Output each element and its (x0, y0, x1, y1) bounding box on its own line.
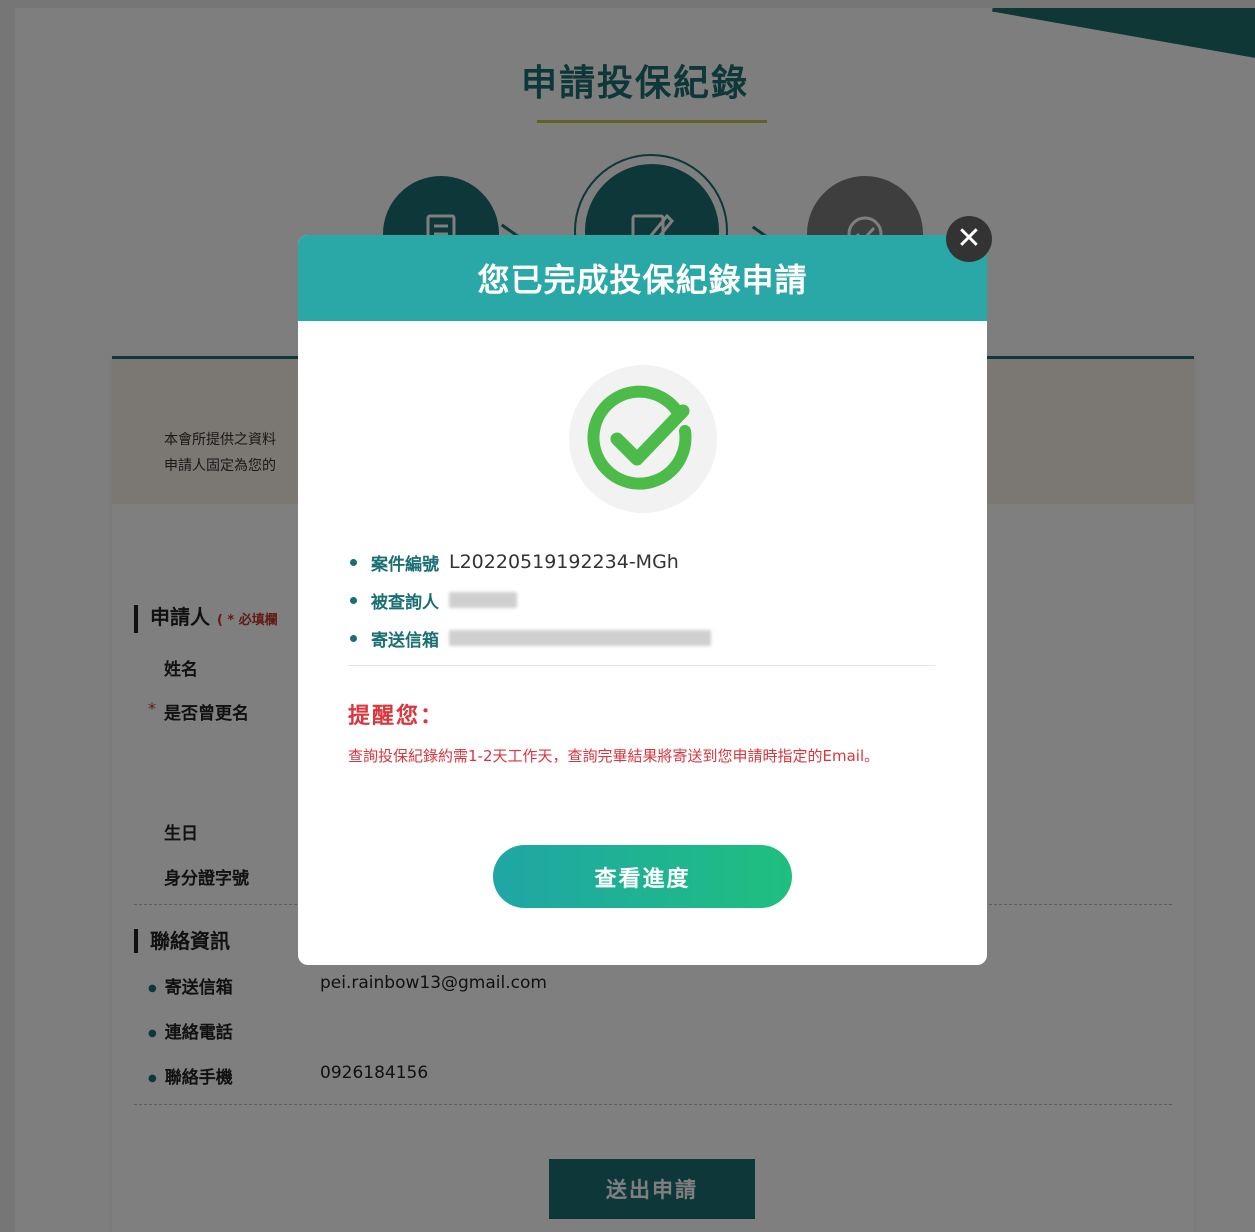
modal-divider (348, 665, 935, 666)
info-row-inquired-person: 被查詢人 (350, 581, 711, 619)
redacted-name (449, 592, 517, 608)
modal-title: 您已完成投保紀錄申請 (298, 235, 987, 321)
success-check-icon (587, 385, 692, 490)
bullet-dot (350, 596, 357, 604)
reminder-title: 提醒您： (348, 704, 445, 729)
bullet-dot (350, 634, 357, 642)
success-modal: 您已完成投保紀錄申請 案件編號 L20220519192234-MGh 被查詢人… (298, 235, 987, 965)
info-label: 被查詢人 (371, 592, 439, 613)
info-label: 寄送信箱 (371, 630, 439, 651)
info-label: 案件編號 (371, 554, 439, 575)
case-number-value: L20220519192234-MGh (449, 551, 679, 573)
info-row-case-number: 案件編號 L20220519192234-MGh (350, 543, 711, 581)
reminder-text: 查詢投保紀錄約需1-2天工作天，查詢完畢結果將寄送到您申請時指定的Email。 (348, 747, 880, 765)
success-check-badge (569, 365, 717, 513)
case-info-list: 案件編號 L20220519192234-MGh 被查詢人 寄送信箱 (350, 543, 711, 657)
info-row-email: 寄送信箱 (350, 619, 711, 657)
redacted-email (449, 630, 711, 646)
view-progress-button[interactable]: 查看進度 (493, 845, 792, 908)
close-icon[interactable]: ✕ (946, 216, 992, 262)
bullet-dot (350, 558, 357, 566)
